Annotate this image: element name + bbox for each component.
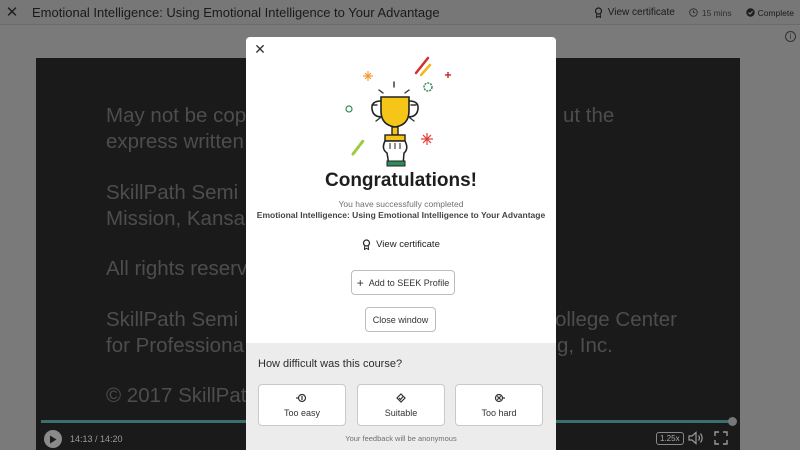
add-to-seek-label: Add to SEEK Profile [368,277,450,288]
slide-line: ollege Center [555,308,677,331]
view-certificate-label: View certificate [607,7,675,18]
progress-knob[interactable] [727,417,737,426]
completion-subtitle: You have successfully completed [338,199,464,209]
too-easy-button[interactable]: Too easy [258,384,346,426]
congratulations-heading: Congratulations! [325,170,477,191]
trophy-icon [345,56,451,167]
duration-info: 15 mins [689,8,732,18]
too-easy-icon [296,393,307,402]
slide-line: All rights reserv [106,257,248,280]
slide-line: g, Inc. [557,334,613,357]
fullscreen-button[interactable] [714,431,728,450]
completed-course-name: Emotional Intelligence: Using Emotional … [256,210,546,220]
certificate-icon [594,7,602,18]
slide-line: SkillPath Semi [106,308,239,331]
play-icon [50,435,57,443]
too-easy-label: Too easy [283,407,321,418]
feedback-question: How difficult was this course? [258,358,403,370]
view-certificate-link[interactable]: View certificate [246,239,556,250]
completion-dialog: ✕ Congratulations! You have successfully… [246,37,556,450]
slide-line: © 2017 SkillPat [106,384,247,407]
add-to-seek-profile-button[interactable]: + Add to SEEK Profile [351,270,455,295]
close-icon[interactable]: ✕ [253,42,267,56]
slide-line: SkillPath Semi [106,181,239,204]
top-bar: ✕ Emotional Intelligence: Using Emotiona… [0,0,800,25]
view-certificate-label: View certificate [376,239,440,250]
slide-line: Mission, Kansa [106,207,246,230]
suitable-icon [396,392,406,403]
slide-line: for Professiona [106,334,244,357]
status-label: Complete [757,7,794,18]
close-window-button[interactable]: Close window [365,307,436,332]
fullscreen-icon [714,431,728,445]
slide-line: express written [106,130,244,153]
course-title: Emotional Intelligence: Using Emotional … [32,4,440,20]
feedback-anonymous-note: Your feedback will be anonymous [345,434,457,443]
view-certificate-link[interactable]: View certificate [594,7,675,18]
check-circle-icon [745,8,755,17]
time-display: 14:13 / 14:20 [70,434,123,444]
suitable-button[interactable]: Suitable [357,384,445,426]
too-hard-button[interactable]: Too hard [455,384,543,426]
too-hard-label: Too hard [481,407,517,418]
clock-icon [689,8,698,17]
slide-line: ut the [563,104,615,127]
suitable-label: Suitable [384,407,418,418]
feedback-section: How difficult was this course? Too easy … [246,343,556,450]
volume-button[interactable] [688,431,704,450]
top-bar-right: View certificate 15 mins Complete [594,0,794,25]
too-hard-icon [494,393,505,402]
play-button[interactable] [44,430,62,448]
status-badge: Complete [745,7,794,18]
playback-speed-button[interactable]: 1.25x [656,432,684,445]
info-icon[interactable]: i [785,31,796,42]
volume-icon [688,431,703,445]
certificate-icon [363,239,371,250]
plus-icon: + [356,275,364,290]
slide-line: May not be copi [106,104,251,127]
duration-label: 15 mins [701,7,732,18]
close-icon[interactable]: ✕ [0,0,24,25]
